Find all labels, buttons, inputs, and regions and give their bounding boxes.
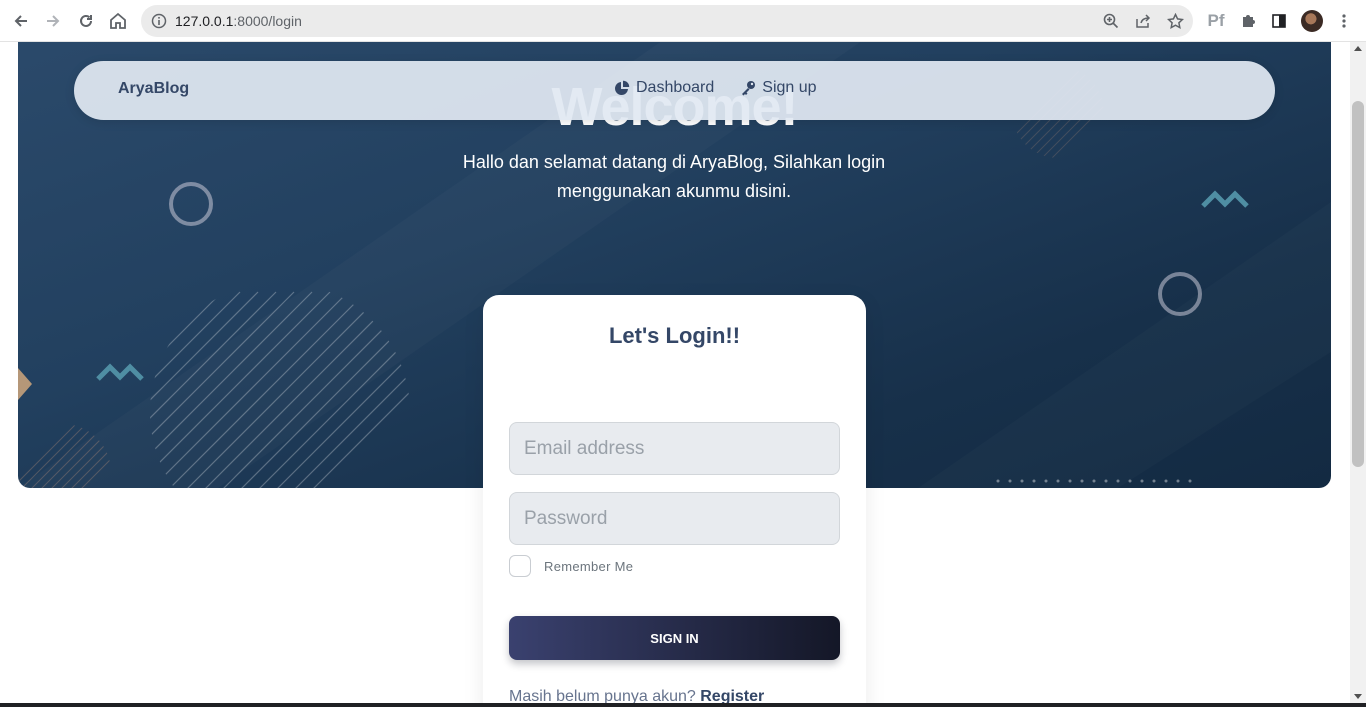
scroll-up-icon[interactable] [1354, 46, 1362, 51]
nav-links: Dashboard Sign up [614, 79, 817, 97]
key-icon [740, 80, 756, 96]
forward-arrow-icon[interactable] [41, 9, 65, 33]
puzzle-extensions-icon[interactable] [1237, 10, 1259, 32]
register-prompt: Masih belum punya akun? Register [509, 688, 764, 703]
pie-chart-icon [614, 80, 630, 96]
bookmark-star-icon[interactable] [1165, 12, 1185, 30]
url-path: :8000/login [233, 13, 302, 29]
side-panel-icon[interactable] [1268, 10, 1290, 32]
email-field[interactable] [509, 422, 840, 475]
brand-link[interactable]: AryaBlog [118, 80, 189, 98]
zoom-icon[interactable] [1101, 12, 1121, 30]
password-field[interactable] [509, 492, 840, 545]
url-host: 127.0.0.1 [175, 13, 234, 29]
register-prompt-text: Masih belum punya akun? [509, 688, 696, 703]
pf-extension-icon[interactable]: Pf [1205, 10, 1227, 32]
register-link[interactable]: Register [700, 688, 764, 703]
more-menu-icon[interactable] [1333, 10, 1355, 32]
remember-me-checkbox[interactable] [509, 555, 531, 577]
email-input[interactable] [510, 423, 839, 474]
window-bottom-edge [0, 703, 1366, 707]
scrollbar-thumb[interactable] [1352, 101, 1364, 467]
nav-link-label: Sign up [762, 79, 817, 96]
reload-icon[interactable] [74, 9, 98, 33]
browser-toolbar: 127.0.0.1:8000/login Pf [0, 0, 1366, 42]
nav-link-dashboard[interactable]: Dashboard [614, 79, 714, 97]
page-viewport: Welcome! Hallo dan selamat datang di Ary… [0, 42, 1350, 703]
nav-link-label: Dashboard [636, 79, 715, 96]
home-icon[interactable] [106, 9, 130, 33]
url-text: 127.0.0.1:8000/login [175, 13, 302, 29]
login-card: Let's Login!! Remember Me SIGN IN Masih … [483, 295, 866, 703]
remember-me-row: Remember Me [509, 555, 633, 577]
share-icon[interactable] [1133, 12, 1153, 30]
top-navbar: AryaBlog Dashboard Sign up [74, 61, 1275, 120]
sign-in-button[interactable]: SIGN IN [509, 616, 840, 660]
nav-link-signup[interactable]: Sign up [740, 79, 817, 97]
profile-avatar[interactable] [1301, 10, 1323, 32]
site-info-icon[interactable] [151, 13, 167, 34]
scroll-down-icon[interactable] [1354, 694, 1362, 699]
password-input[interactable] [510, 493, 839, 544]
remember-me-label[interactable]: Remember Me [544, 559, 633, 574]
hero-subtitle: Hallo dan selamat datang di AryaBlog, Si… [462, 152, 886, 201]
login-title: Let's Login!! [608, 323, 741, 348]
back-arrow-icon[interactable] [9, 9, 33, 33]
address-bar[interactable]: 127.0.0.1:8000/login [141, 5, 1193, 37]
page-scrollbar[interactable] [1350, 42, 1366, 703]
